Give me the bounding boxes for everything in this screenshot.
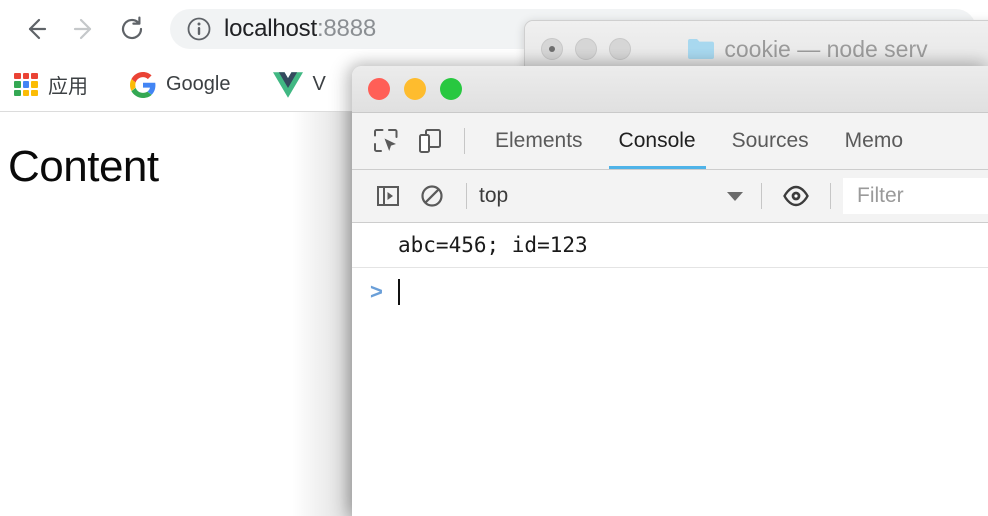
screen: localhost:8888 应用 Google V Content cooki… [0,0,988,516]
tab-memory[interactable]: Memo [827,113,921,169]
console-context-label: top [479,184,509,207]
terminal-title: cookie — node serv [724,35,928,62]
console-message: abc=456; id=123 [352,223,988,268]
console-sidebar-icon [377,186,399,206]
bookmark-apps[interactable]: 应用 [4,67,98,103]
console-filter-placeholder: Filter [857,184,904,207]
forward-button[interactable] [60,5,108,53]
devtools-close-button[interactable] [368,78,390,100]
devtools-window[interactable]: Elements Console Sources Memo top Filter… [352,66,988,516]
device-toolbar-button[interactable] [408,119,452,163]
tab-sources[interactable]: Sources [714,113,827,169]
devtools-traffic-lights [368,78,462,100]
console-prompt-chevron-icon: > [370,279,383,304]
tab-console[interactable]: Console [601,113,714,169]
console-filter-input[interactable]: Filter [843,178,988,214]
console-sidebar-toggle-button[interactable] [366,174,410,218]
back-button[interactable] [12,5,60,53]
folder-icon [688,39,715,59]
url-host: localhost [224,15,317,42]
inspect-element-button[interactable] [364,119,408,163]
bookmark-vue[interactable]: V [263,67,336,103]
bookmark-vue-label: V [312,73,326,95]
live-expression-button[interactable] [774,174,818,218]
terminal-title-group: cookie — node serv [611,36,988,63]
devtools-minimize-button[interactable] [404,78,426,100]
tab-elements-label: Elements [495,129,583,152]
live-expression-eye-icon [783,185,809,207]
tab-console-label: Console [618,129,696,152]
console-panel[interactable]: abc=456; id=123 > [352,223,988,516]
tab-elements[interactable]: Elements [477,113,601,169]
device-toolbar-icon [419,129,441,153]
console-text-caret [398,279,400,305]
devtools-tabbar: Elements Console Sources Memo [352,113,988,170]
devtools-titlebar[interactable] [352,66,988,113]
reload-icon [121,16,143,40]
tab-sources-label: Sources [731,129,809,152]
bookmark-apps-label: 应用 [48,76,88,98]
google-g-icon [130,71,156,98]
back-arrow-icon [28,18,47,40]
apps-grid-icon [14,72,38,97]
chevron-down-icon [727,191,743,201]
console-message-text: abc=456; id=123 [398,233,588,257]
forward-arrow-icon [73,18,92,40]
url-text: localhost:8888 [224,15,376,43]
clear-console-button[interactable] [410,174,454,218]
terminal-close-button[interactable] [541,38,563,60]
devtools-zoom-button[interactable] [440,78,462,100]
info-circle-icon[interactable] [186,16,212,42]
toolbar-divider [464,128,465,154]
console-toolbar-divider-2 [761,183,762,209]
console-toolbar-divider-1 [466,183,467,209]
inspect-element-icon [374,129,398,152]
console-toolbar-divider-3 [830,183,831,209]
vue-logo-icon [272,71,303,98]
clear-console-icon [421,185,443,207]
console-input-row[interactable]: > [352,268,988,316]
terminal-minimize-button[interactable] [575,38,597,60]
tab-memory-label: Memo [844,129,904,152]
console-context-select[interactable]: top [479,179,749,213]
bookmark-google-label: Google [166,73,231,95]
bookmark-google[interactable]: Google [120,67,241,103]
reload-button[interactable] [108,5,156,53]
url-port: :8888 [316,15,376,42]
console-toolbar: top Filter [352,170,988,223]
